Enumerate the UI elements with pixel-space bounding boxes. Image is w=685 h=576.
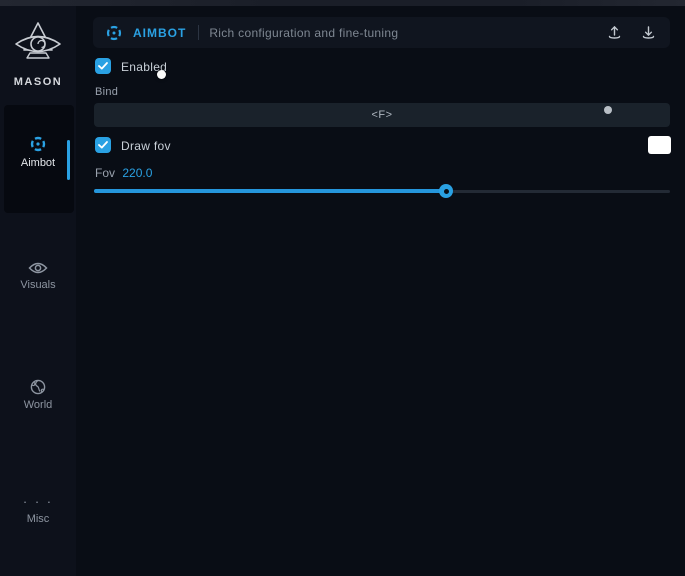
- sidebar-item-visuals[interactable]: Visuals: [0, 261, 76, 291]
- download-icon: [641, 25, 656, 40]
- sidebar-item-label: Aimbot: [0, 157, 76, 169]
- cursor-dot: [157, 70, 166, 79]
- sidebar-item-label: Misc: [0, 513, 76, 525]
- enabled-checkbox[interactable]: [95, 58, 111, 74]
- draw-fov-color-swatch[interactable]: [648, 136, 671, 154]
- bind-input[interactable]: [94, 103, 670, 127]
- fov-slider-fill: [94, 189, 446, 193]
- sidebar: MASON Aimbot Visuals World: [0, 6, 76, 576]
- crosshair-icon: [105, 24, 123, 42]
- check-icon: [98, 141, 108, 149]
- main-content: AIMBOT Rich configuration and fine-tunin…: [76, 6, 685, 576]
- fov-slider-thumb[interactable]: [439, 184, 453, 198]
- fov-readout: Fov 220.0: [95, 166, 152, 180]
- sidebar-item-misc[interactable]: · · · Misc: [0, 497, 76, 525]
- brand-logo: MASON: [0, 20, 76, 88]
- page-title: AIMBOT: [133, 26, 186, 40]
- draw-fov-checkbox[interactable]: [95, 137, 111, 153]
- fov-slider[interactable]: [94, 184, 670, 198]
- bind-label: Bind: [95, 86, 118, 98]
- app-window: MASON Aimbot Visuals World: [0, 0, 685, 576]
- sidebar-item-aimbot[interactable]: Aimbot: [0, 135, 76, 169]
- upload-icon: [607, 25, 622, 40]
- sidebar-item-label: World: [0, 399, 76, 411]
- fov-label: Fov: [95, 166, 115, 180]
- draw-fov-label: Draw fov: [121, 139, 171, 153]
- upload-config-button[interactable]: [604, 23, 624, 43]
- check-icon: [98, 62, 108, 70]
- page-subtitle: Rich configuration and fine-tuning: [209, 26, 398, 40]
- mason-logo-icon: [13, 20, 63, 72]
- globe-icon: [30, 379, 46, 395]
- crosshair-icon: [29, 135, 47, 153]
- eye-icon: [28, 261, 48, 275]
- header-divider: [198, 25, 199, 40]
- ellipsis-icon: · · ·: [0, 497, 76, 509]
- sidebar-item-world[interactable]: World: [0, 379, 76, 411]
- page-header: AIMBOT Rich configuration and fine-tunin…: [93, 17, 670, 48]
- download-config-button[interactable]: [638, 23, 658, 43]
- brand-name: MASON: [0, 76, 76, 88]
- cursor-dot: [604, 106, 612, 114]
- fov-value: 220.0: [122, 166, 152, 180]
- sidebar-item-label: Visuals: [0, 279, 76, 291]
